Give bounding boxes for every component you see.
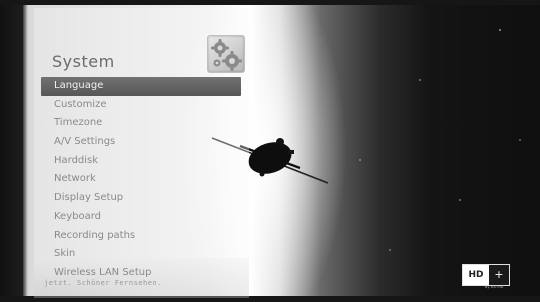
slogan-text: jetzt. Schöner Fernsehen. xyxy=(44,279,162,287)
menu-item-keyboard[interactable]: Keyboard xyxy=(41,208,241,227)
starfield-background xyxy=(300,0,540,302)
menu-item-display-setup[interactable]: Display Setup xyxy=(41,189,241,208)
hd-plus-logo: HD + xyxy=(462,264,510,286)
settings-menu: Language Customize Timezone A/V Settings… xyxy=(41,77,241,283)
logo-plus-text: + xyxy=(489,265,509,285)
menu-item-language[interactable]: Language xyxy=(41,77,241,96)
logo-by-astra-text: by ASTRA xyxy=(485,285,504,289)
logo-hd-text: HD xyxy=(463,265,489,285)
menu-item-harddisk[interactable]: Harddisk xyxy=(41,152,241,171)
menu-item-customize[interactable]: Customize xyxy=(41,96,241,115)
menu-item-network[interactable]: Network xyxy=(41,170,241,189)
menu-item-recording-paths[interactable]: Recording paths xyxy=(41,227,241,246)
screen-bezel-top xyxy=(0,0,540,5)
menu-item-av-settings[interactable]: A/V Settings xyxy=(41,133,241,152)
page-title: System xyxy=(52,52,115,71)
screen-bezel-left xyxy=(0,0,23,302)
tv-screen: System Language Customize Timezone A/V S… xyxy=(0,0,540,302)
menu-item-timezone[interactable]: Timezone xyxy=(41,114,241,133)
gears-icon xyxy=(207,35,245,73)
menu-item-skin[interactable]: Skin xyxy=(41,245,241,264)
